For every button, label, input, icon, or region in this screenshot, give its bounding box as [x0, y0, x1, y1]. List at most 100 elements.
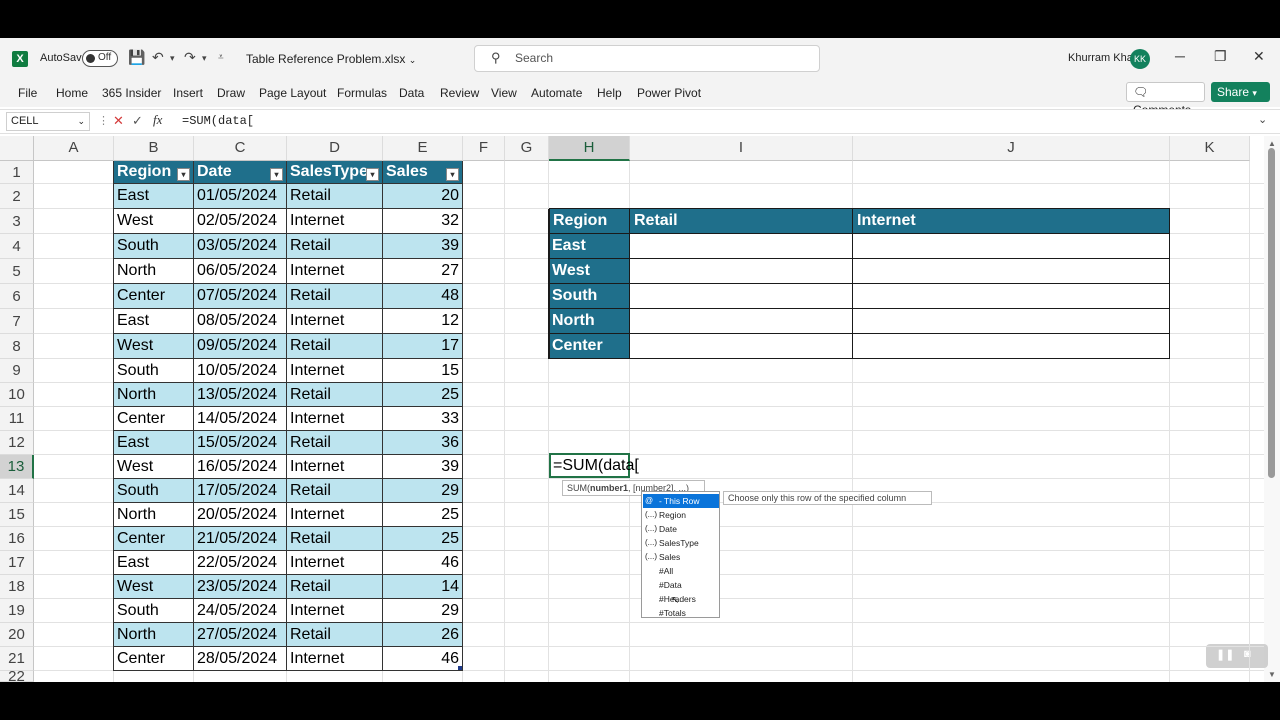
table-cell[interactable]: 29: [383, 599, 463, 623]
table-cell[interactable]: 20/05/2024: [194, 503, 287, 527]
table-cell[interactable]: 29: [383, 479, 463, 503]
row-header-7[interactable]: 7: [0, 309, 34, 334]
table-cell[interactable]: 20: [383, 184, 463, 209]
table-cell[interactable]: Retail: [287, 575, 383, 599]
table-cell[interactable]: Internet: [287, 647, 383, 671]
table-cell[interactable]: 27/05/2024: [194, 623, 287, 647]
table-cell[interactable]: East: [114, 431, 194, 455]
table-cell[interactable]: West: [114, 209, 194, 234]
table-cell[interactable]: 46: [383, 647, 463, 671]
pause-icon[interactable]: ❚❚: [1216, 648, 1234, 661]
table-cell[interactable]: 13/05/2024: [194, 383, 287, 407]
row-header-1[interactable]: 1: [0, 161, 34, 184]
table-cell[interactable]: 10/05/2024: [194, 359, 287, 383]
result-value-cell[interactable]: [630, 309, 853, 334]
table-header-cell[interactable]: Date ▾: [194, 161, 287, 184]
column-header-f[interactable]: F: [463, 136, 505, 161]
table-cell[interactable]: 17: [383, 334, 463, 359]
table-cell[interactable]: Center: [114, 407, 194, 431]
search-box[interactable]: ⚲ Search: [474, 45, 820, 72]
tab-data[interactable]: Data: [399, 86, 424, 100]
table-cell[interactable]: 07/05/2024: [194, 284, 287, 309]
tab-help[interactable]: Help: [597, 86, 622, 100]
table-cell[interactable]: Internet: [287, 551, 383, 575]
row-header-9[interactable]: 9: [0, 359, 34, 383]
table-cell[interactable]: North: [114, 623, 194, 647]
scrollbar-thumb[interactable]: [1268, 148, 1275, 478]
enter-icon[interactable]: ✓: [132, 113, 143, 129]
autocomplete-item[interactable]: (...) Date: [643, 522, 719, 536]
scroll-down-icon[interactable]: ▼: [1268, 670, 1276, 679]
tab-formulas[interactable]: Formulas: [337, 86, 387, 100]
file-name[interactable]: Table Reference Problem.xlsx ⌄: [246, 52, 416, 66]
table-cell[interactable]: 25: [383, 383, 463, 407]
table-cell[interactable]: 48: [383, 284, 463, 309]
row-header-15[interactable]: 15: [0, 503, 34, 527]
tab-automate[interactable]: Automate: [531, 86, 582, 100]
table-cell[interactable]: West: [114, 575, 194, 599]
autosave-toggle[interactable]: Off: [82, 50, 118, 67]
worksheet-grid[interactable]: ▲ ▼ ❚❚ ◙ A B C D E F G H I J K 1 2 3 4 5 6 7 8 9 10 11 12 13 14 1…: [0, 136, 1280, 682]
table-cell[interactable]: 14/05/2024: [194, 407, 287, 431]
table-cell[interactable]: Retail: [287, 479, 383, 503]
table-cell[interactable]: Internet: [287, 503, 383, 527]
table-cell[interactable]: 21/05/2024: [194, 527, 287, 551]
table-cell[interactable]: Retail: [287, 527, 383, 551]
row-header-17[interactable]: 17: [0, 551, 34, 575]
column-header-d[interactable]: D: [287, 136, 383, 161]
restore-icon[interactable]: ❐: [1214, 48, 1227, 65]
table-cell[interactable]: East: [114, 309, 194, 334]
table-cell[interactable]: South: [114, 234, 194, 259]
column-header-g[interactable]: G: [505, 136, 549, 161]
formula-input[interactable]: =SUM(data[: [182, 114, 254, 128]
tab-power-pivot[interactable]: Power Pivot: [637, 86, 701, 100]
redo-dropdown-icon[interactable]: ▾: [202, 53, 207, 64]
scroll-up-icon[interactable]: ▲: [1268, 139, 1276, 148]
table-cell[interactable]: Center: [114, 527, 194, 551]
table-cell[interactable]: 03/05/2024: [194, 234, 287, 259]
select-all-corner[interactable]: [0, 136, 34, 161]
table-header-cell[interactable]: Region ▾: [114, 161, 194, 184]
column-header-a[interactable]: A: [34, 136, 114, 161]
table-cell[interactable]: Internet: [287, 455, 383, 479]
recording-controls[interactable]: ❚❚ ◙: [1206, 644, 1268, 668]
name-box[interactable]: CELL ⌄: [6, 112, 90, 131]
filter-dropdown-icon[interactable]: ▾: [446, 168, 459, 181]
close-icon[interactable]: ✕: [1253, 48, 1265, 65]
table-cell[interactable]: Center: [114, 284, 194, 309]
tab-home[interactable]: Home: [56, 86, 88, 100]
table-cell[interactable]: North: [114, 259, 194, 284]
table-cell[interactable]: 39: [383, 455, 463, 479]
table-cell[interactable]: East: [114, 551, 194, 575]
tab-insert[interactable]: Insert: [173, 86, 203, 100]
undo-dropdown-icon[interactable]: ▾: [170, 53, 175, 64]
table-cell[interactable]: 33: [383, 407, 463, 431]
table-cell[interactable]: 25: [383, 527, 463, 551]
column-header-b[interactable]: B: [114, 136, 194, 161]
column-header-j[interactable]: J: [853, 136, 1170, 161]
result-header-cell[interactable]: Retail: [630, 209, 853, 234]
expand-formula-bar-icon[interactable]: ⌄: [1258, 113, 1267, 126]
table-cell[interactable]: 01/05/2024: [194, 184, 287, 209]
row-header-16[interactable]: 16: [0, 527, 34, 551]
row-header-8[interactable]: 8: [0, 334, 34, 359]
table-cell[interactable]: 09/05/2024: [194, 334, 287, 359]
table-cell[interactable]: 15: [383, 359, 463, 383]
table-cell[interactable]: 14: [383, 575, 463, 599]
tab-page-layout[interactable]: Page Layout: [259, 86, 326, 100]
table-cell[interactable]: 06/05/2024: [194, 259, 287, 284]
table-cell[interactable]: Retail: [287, 383, 383, 407]
structured-reference-autocomplete[interactable]: @ - This Row (...) Region (...) Date (...) Sale…: [641, 491, 720, 618]
table-cell[interactable]: East: [114, 184, 194, 209]
filter-dropdown-icon[interactable]: ▾: [366, 168, 379, 181]
table-cell[interactable]: 28/05/2024: [194, 647, 287, 671]
autocomplete-item[interactable]: #Data: [643, 578, 719, 592]
table-cell[interactable]: 22/05/2024: [194, 551, 287, 575]
table-cell[interactable]: 08/05/2024: [194, 309, 287, 334]
save-icon[interactable]: 💾: [128, 49, 145, 66]
table-cell[interactable]: South: [114, 359, 194, 383]
row-header-4[interactable]: 4: [0, 234, 34, 259]
table-cell[interactable]: Retail: [287, 234, 383, 259]
tab-review[interactable]: Review: [440, 86, 479, 100]
table-cell[interactable]: 27: [383, 259, 463, 284]
